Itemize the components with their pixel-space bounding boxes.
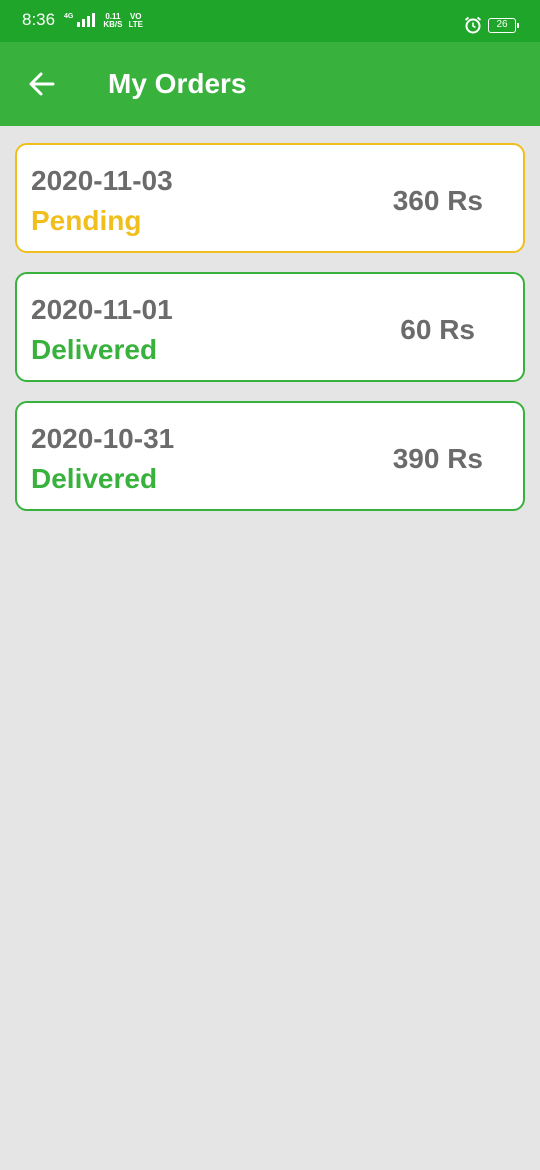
order-card[interactable]: 2020-10-31 Delivered 390 Rs xyxy=(15,401,525,511)
speed-unit: KB/S xyxy=(103,20,123,29)
network-indicator: 4G 0.11 KB/S VO LTE xyxy=(64,13,143,29)
order-status: Delivered xyxy=(31,463,158,494)
status-bar: 8:36 4G 0.11 KB/S VO LTE 26 xyxy=(0,0,540,42)
order-date: 2020-11-01 xyxy=(31,294,173,325)
volte-indicator: VO LTE xyxy=(128,13,143,29)
network-speed: 0.11 KB/S xyxy=(103,13,122,29)
page-title: My Orders xyxy=(108,68,247,99)
order-amount: 360 Rs xyxy=(392,185,483,216)
app-bar: My Orders xyxy=(0,42,540,126)
order-status: Pending xyxy=(31,205,142,236)
order-card[interactable]: 2020-11-03 Pending 360 Rs xyxy=(15,143,525,253)
order-date: 2020-11-03 xyxy=(31,165,173,196)
alarm-icon xyxy=(464,16,482,34)
order-status: Delivered xyxy=(31,334,158,365)
order-card[interactable]: 2020-11-01 Delivered 60 Rs xyxy=(15,272,525,382)
volte-bottom: LTE xyxy=(128,20,143,29)
order-amount: 60 Rs xyxy=(400,314,475,345)
order-date: 2020-10-31 xyxy=(31,423,175,454)
orders-list: 2020-11-03 Pending 360 Rs 2020-11-01 Del… xyxy=(15,143,525,530)
signal-icon xyxy=(77,13,96,27)
network-type: 4G xyxy=(64,13,74,20)
order-amount: 390 Rs xyxy=(392,443,483,474)
status-time: 8:36 xyxy=(22,10,56,29)
battery-icon: 26 xyxy=(488,18,519,33)
back-arrow-icon[interactable] xyxy=(26,68,58,100)
